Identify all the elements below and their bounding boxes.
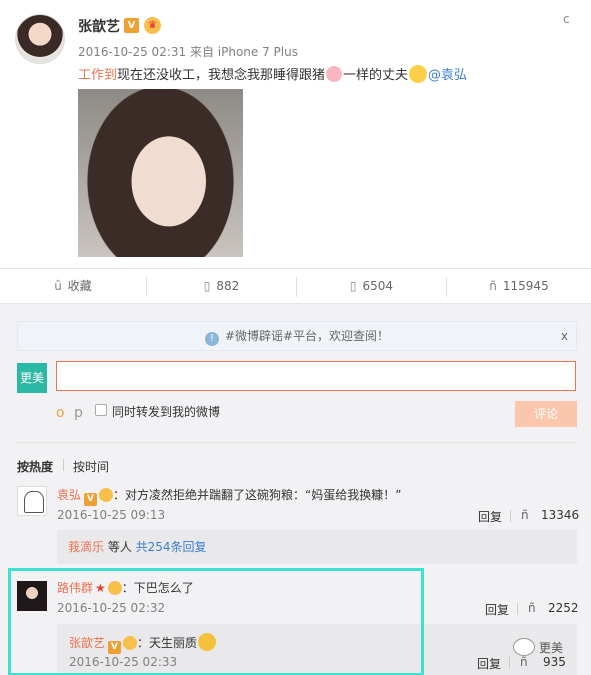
thumb-up-icon[interactable]: ñ xyxy=(528,601,536,615)
sort-by-time-tab[interactable]: 按时间 xyxy=(73,458,109,475)
sort-by-hot-tab[interactable]: 按热度 xyxy=(17,458,53,475)
commenter-avatar[interactable] xyxy=(17,486,47,516)
commenter-avatar[interactable] xyxy=(17,581,47,611)
comment-text: ：天生丽质 xyxy=(137,636,198,650)
comment-area: ! #微博辟谣#平台，欢迎查阅！ x 更美 o p 同时转发到我的微博 评论 按热… xyxy=(0,304,591,675)
close-icon[interactable]: x xyxy=(561,322,568,350)
pig-emoji-icon xyxy=(326,66,343,82)
favorite-button[interactable]: û 收藏 xyxy=(0,269,146,304)
commenter-name[interactable]: 张歆艺 xyxy=(69,636,105,650)
picture-icon[interactable]: p xyxy=(74,405,83,421)
thumb-up-icon: ñ xyxy=(489,279,497,293)
sunglasses-emoji-icon xyxy=(198,633,217,651)
repost-icon: ▯ xyxy=(203,279,211,293)
mention-link[interactable]: @袁弘 xyxy=(428,68,467,83)
repost-checkbox[interactable] xyxy=(95,404,107,416)
divider xyxy=(509,657,510,669)
like-count: 2252 xyxy=(548,601,579,615)
reply-user-name[interactable]: 莪滴乐 xyxy=(68,540,104,554)
author-avatar[interactable] xyxy=(15,14,65,64)
rumor-notice: ! #微博辟谣#平台，欢迎查阅！ x xyxy=(17,321,577,351)
comment-line: 袁弘 V ：对方凌然拒绝并踹翻了这碗狗粮：“妈蛋给我换糠！” xyxy=(57,486,401,506)
reply-button[interactable]: 回复 xyxy=(485,601,509,618)
comment-line: 张歆艺 V ：天生丽质 xyxy=(69,633,217,654)
thumb-up-icon[interactable]: ñ xyxy=(520,655,528,669)
repost-button[interactable]: ▯ 882 xyxy=(147,269,296,304)
chevron-down-icon[interactable]: c xyxy=(563,12,570,26)
comment-icon: ▯ xyxy=(349,279,357,293)
reply-button[interactable]: 回复 xyxy=(478,508,502,525)
total-replies-link[interactable]: 共254条回复 xyxy=(136,540,207,554)
vip-crown-icon xyxy=(123,636,138,650)
comment-text: ：对方凌然拒绝并踹翻了这碗狗粮：“妈蛋给我换糠！” xyxy=(113,488,402,502)
comment-time: 2016-10-25 02:33 xyxy=(69,655,178,669)
verified-badge-icon: V xyxy=(124,18,139,33)
watermark: 更美 xyxy=(513,638,563,656)
like-count: 13346 xyxy=(541,508,580,522)
star-icon: û xyxy=(54,279,62,293)
submit-comment-button[interactable]: 评论 xyxy=(515,401,577,427)
post-text: 工作到现在还没收工，我想念我那睡得跟猪 一样的丈夫 @袁弘 xyxy=(78,64,467,83)
info-icon: ! xyxy=(204,332,219,346)
emoji-icon[interactable]: o xyxy=(56,405,65,421)
comment-time: 2016-10-25 09:13 xyxy=(57,508,166,522)
verified-badge-icon: V xyxy=(108,641,122,654)
vip-crown-icon: ♛ xyxy=(144,17,161,34)
comment-input[interactable] xyxy=(56,361,576,391)
my-avatar[interactable]: 更美 xyxy=(17,363,47,393)
replies-summary-link[interactable]: 莪滴乐 等人 共254条回复 xyxy=(57,530,577,564)
vip-crown-icon xyxy=(99,488,114,502)
divider xyxy=(510,510,511,522)
thumb-up-icon[interactable]: ñ xyxy=(521,508,529,522)
divider xyxy=(63,459,64,471)
comment-text: ：下巴怎么了 xyxy=(121,581,194,595)
commenter-name[interactable]: 路伟群 xyxy=(57,581,93,595)
verified-badge-icon: V xyxy=(84,493,98,506)
topic-link[interactable]: 工作到 xyxy=(78,68,117,83)
like-count: 935 xyxy=(543,655,566,669)
divider xyxy=(17,442,577,443)
star-badge-icon: ★ xyxy=(95,581,106,595)
weibo-post: 张歆艺 V ♛ c 2016-10-25 02:31 来自 iPhone 7 P… xyxy=(0,0,591,268)
comment-line: 路伟群 ★ ：下巴怎么了 xyxy=(57,579,194,596)
divider xyxy=(517,603,518,615)
vip-crown-icon xyxy=(107,581,122,595)
reply-button[interactable]: 回复 xyxy=(477,655,501,672)
wechat-logo-icon xyxy=(513,638,535,656)
post-meta: 2016-10-25 02:31 来自 iPhone 7 Plus xyxy=(78,45,298,59)
comment-time: 2016-10-25 02:32 xyxy=(57,601,166,615)
shy-face-emoji-icon xyxy=(409,65,428,83)
nested-reply: 张歆艺 V ：天生丽质 2016-10-25 02:33 回复 ñ 935 xyxy=(57,624,577,675)
post-photo[interactable] xyxy=(78,89,243,257)
action-bar: û 收藏 ▯ 882 ▯ 6504 ñ 115945 xyxy=(0,268,591,304)
comment-button[interactable]: ▯ 6504 xyxy=(297,269,446,304)
repost-checkbox-label[interactable]: 同时转发到我的微博 xyxy=(112,403,220,420)
commenter-name[interactable]: 袁弘 xyxy=(57,488,81,502)
notice-text[interactable]: #微博辟谣#平台，欢迎查阅！ xyxy=(225,329,389,343)
author-name[interactable]: 张歆艺 xyxy=(78,16,120,36)
like-button[interactable]: ñ 115945 xyxy=(447,269,591,304)
